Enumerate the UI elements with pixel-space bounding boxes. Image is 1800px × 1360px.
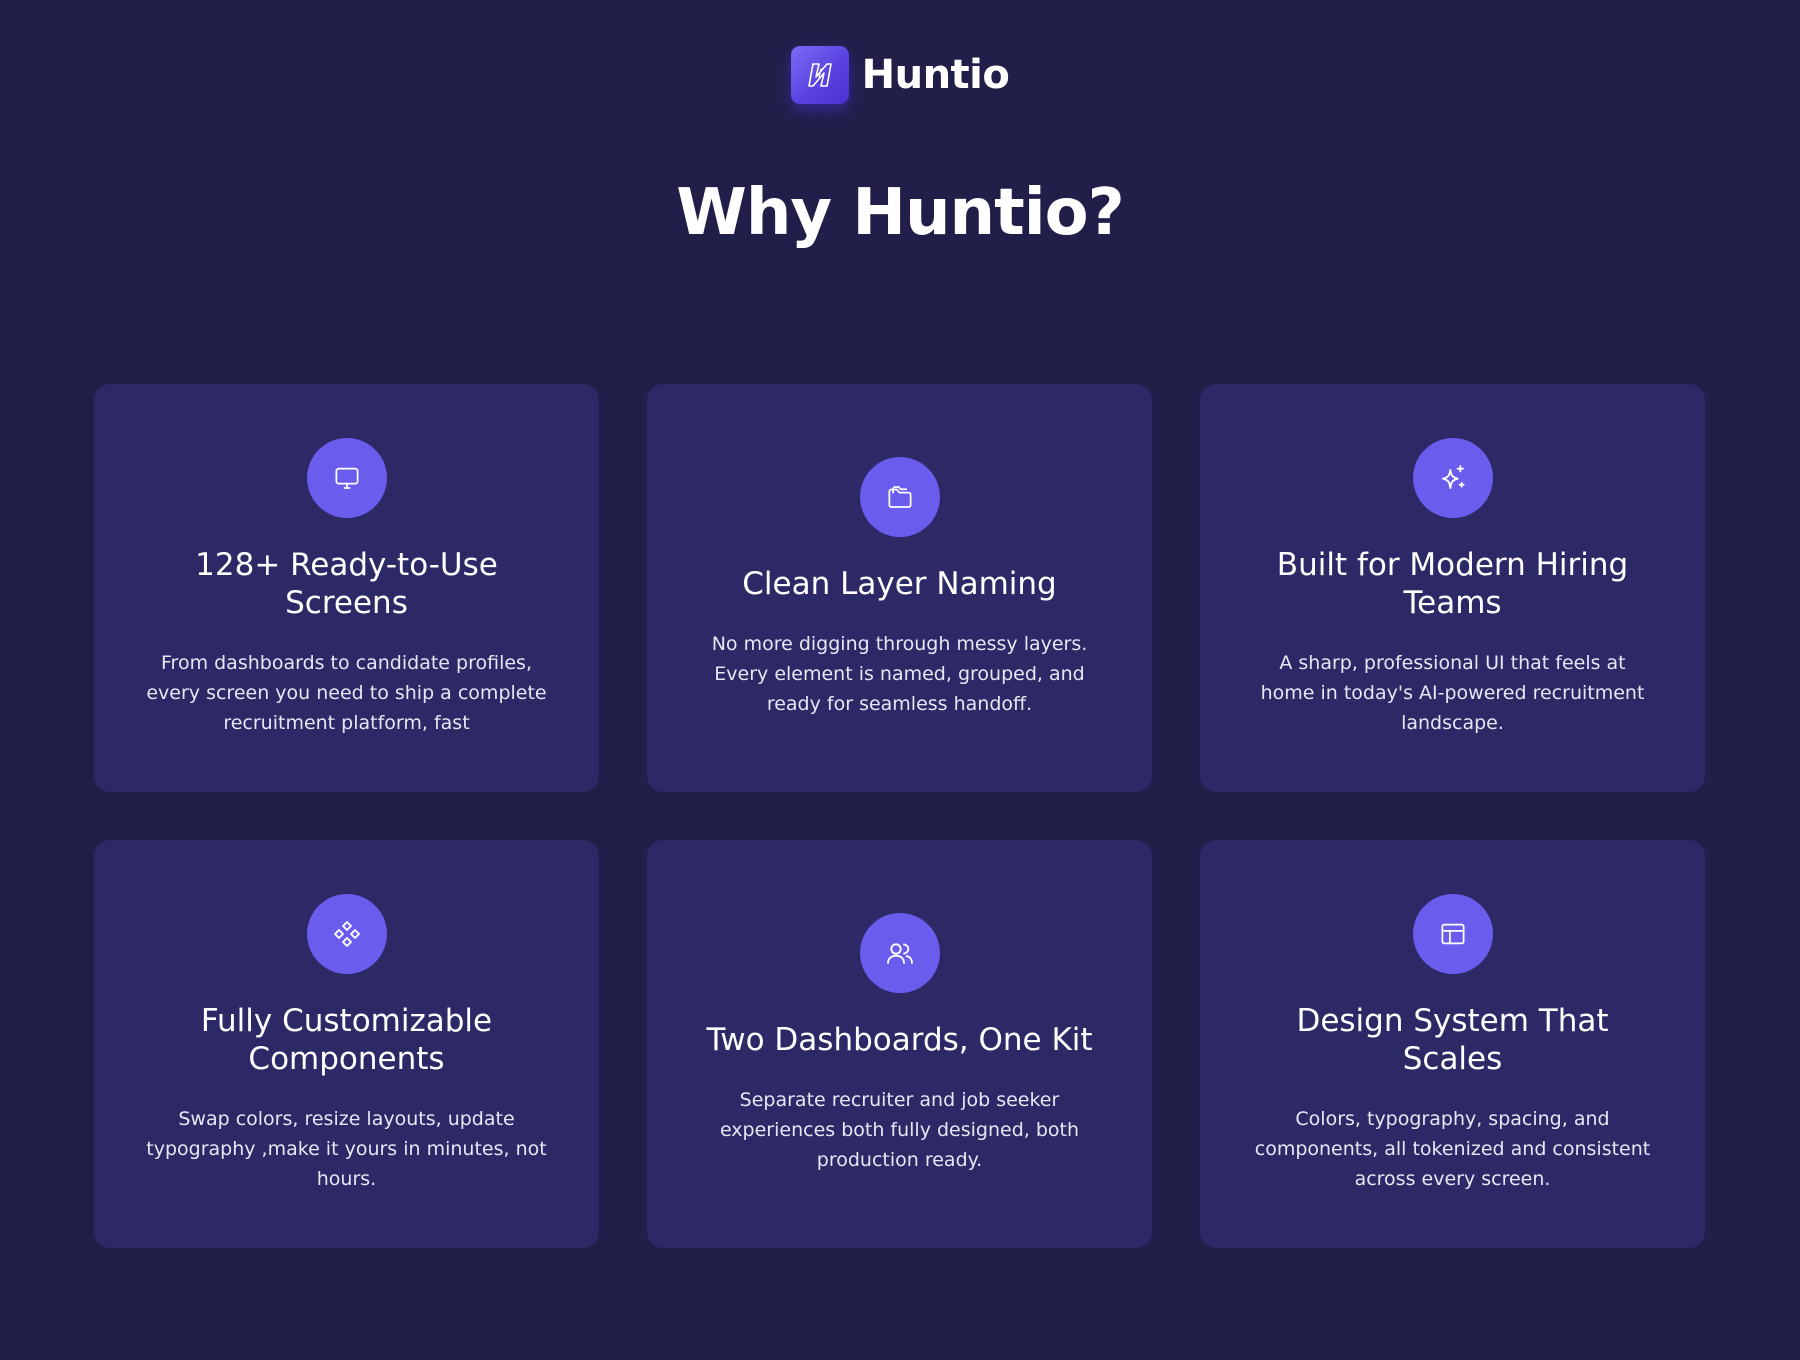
page-title: Why Huntio?: [676, 176, 1124, 250]
feature-description: Separate recruiter and job seeker experi…: [719, 1089, 1080, 1171]
feature-card-layer-naming: Clean Layer Naming No more digging throu…: [647, 384, 1152, 792]
monitor-icon: [306, 438, 387, 518]
users-icon: [859, 913, 940, 993]
feature-card-design-system: Design System That Scales Colors, typogr…: [1200, 840, 1705, 1248]
feature-title: Built for Modern Hiring Teams: [1276, 547, 1629, 621]
feature-title: Fully Customizable Components: [200, 1003, 493, 1077]
feature-card-customizable: Fully Customizable Components Swap color…: [94, 840, 599, 1248]
feature-description: Colors, typography, spacing, and compone…: [1254, 1108, 1651, 1190]
brand-header: Huntio: [0, 46, 1800, 104]
feature-description: No more digging through messy layers. Ev…: [711, 633, 1088, 715]
feature-card-modern-hiring: Built for Modern Hiring Teams A sharp, p…: [1200, 384, 1705, 792]
lightning-bolt-icon[interactable]: [790, 46, 849, 104]
brand-name[interactable]: Huntio: [862, 52, 1010, 98]
sparkles-icon: [1412, 438, 1493, 518]
feature-card-ready-screens: 128+ Ready-to-Use Screens From dashboard…: [94, 384, 599, 792]
folder-icon: [859, 457, 940, 537]
feature-title: Design System That Scales: [1296, 1003, 1609, 1077]
feature-title: 128+ Ready-to-Use Screens: [195, 547, 498, 621]
feature-card-two-dashboards: Two Dashboards, One Kit Separate recruit…: [647, 840, 1152, 1248]
components-icon: [306, 894, 387, 974]
feature-title: Two Dashboards, One Kit: [706, 1022, 1093, 1058]
feature-description: From dashboards to candidate profiles, e…: [146, 652, 547, 734]
layout-icon: [1412, 894, 1493, 974]
feature-description: A sharp, professional UI that feels at h…: [1260, 652, 1645, 734]
feature-title: Clean Layer Naming: [742, 566, 1057, 602]
feature-description: Swap colors, resize layouts, update typo…: [146, 1108, 547, 1190]
